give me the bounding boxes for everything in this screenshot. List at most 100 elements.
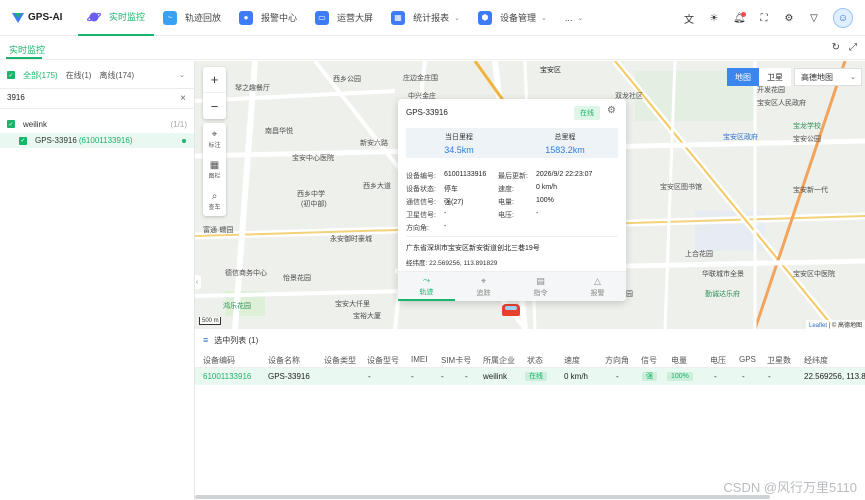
chevron-down-icon: ⌄	[577, 14, 584, 22]
vehicle-marker[interactable]	[502, 304, 520, 316]
filter-all[interactable]: 全部(175)	[23, 70, 58, 81]
column-header: 信号	[641, 356, 657, 365]
map-label: 宝安区中医院	[793, 271, 835, 278]
app-name: GPS-AI	[28, 12, 63, 23]
device-search: ×	[0, 88, 195, 109]
shirt-icon[interactable]: ▽	[808, 13, 820, 24]
nav-item-dashboard[interactable]: ▭ 运营大屏	[306, 0, 382, 36]
planet-icon	[87, 10, 101, 24]
table-cell: weilink	[483, 372, 508, 381]
table-cell: 61001133916	[203, 372, 252, 381]
nav-item-playback[interactable]: ~ 轨迹回放	[154, 0, 230, 36]
tab-realtime[interactable]: 实时监控	[9, 43, 45, 56]
filter-offline[interactable]: 离线(174)	[99, 70, 134, 81]
map-type-switch: 地图 卫星	[727, 68, 791, 86]
attribution-text: | © 高德地图	[828, 323, 862, 329]
logo-icon	[12, 12, 24, 23]
nav-item-devices[interactable]: ⬢ 设备管理 ⌄	[469, 0, 556, 36]
nav-item-realtime[interactable]: 实时监控	[78, 0, 155, 36]
map-type-satellite[interactable]: 卫星	[759, 68, 791, 86]
detail-label: 电量:	[498, 198, 514, 206]
nav-item-alarm[interactable]: ● 报警中心	[230, 0, 306, 36]
user-avatar[interactable]: ☺	[833, 8, 853, 28]
app-logo[interactable]: GPS-AI	[0, 12, 78, 23]
map-label: 宝安中心医院	[292, 155, 334, 162]
track-button[interactable]: ⤳ 轨迹	[398, 272, 455, 301]
map-label: 西乡公园	[333, 76, 361, 83]
search-input[interactable]	[7, 93, 167, 102]
divider	[406, 236, 618, 237]
tool-label: 标注	[208, 142, 221, 149]
device-address: 广东省深圳市宝安区新安街道创北三巷19号	[406, 245, 540, 252]
tool-label: 图栏	[208, 173, 221, 180]
leaflet-link[interactable]: Leaflet	[809, 323, 827, 329]
fullscreen-icon[interactable]: ⛶	[758, 13, 770, 24]
nav-item-reports[interactable]: ▦ 统计报表 ⌄	[382, 0, 469, 36]
map-label: 宝龙学校	[793, 123, 821, 130]
expand-icon[interactable]: ⤢	[849, 42, 857, 53]
chevron-down-icon[interactable]: ⌄	[179, 71, 185, 79]
zoom-out-button[interactable]: −	[203, 93, 226, 119]
find-car-button[interactable]: ⌕ 查车	[203, 185, 226, 216]
follow-button[interactable]: ⌖ 追踪	[455, 272, 512, 301]
action-label: 报警	[590, 289, 605, 297]
layer-tool-button[interactable]: ▦ 图栏	[203, 154, 226, 185]
collapse-panel-icon[interactable]: ‹	[195, 275, 201, 289]
table-cell: -	[465, 372, 468, 381]
map-label: 宝安大仟里	[335, 301, 370, 308]
device-info-popup: GPS-33916 在线 ⚙ 当日里程 34.5km 总里程 1583.2km …	[398, 99, 626, 301]
detail-label: 通信信号:	[406, 198, 436, 206]
table-cell: 强	[642, 371, 657, 381]
online-dot	[182, 139, 186, 143]
nav-item-more[interactable]: ... ⌄	[556, 0, 592, 36]
group-checkbox[interactable]: ✓	[7, 120, 15, 128]
group-node[interactable]: ✓ weilink (1/1)	[7, 118, 187, 130]
map-label: 宝安区政府	[723, 134, 758, 141]
device-checkbox[interactable]: ✓	[19, 136, 27, 145]
route-icon: ~	[163, 10, 178, 25]
map-provider-select[interactable]: 高德地图 ⌄	[794, 68, 862, 86]
table-cell: -	[616, 372, 619, 381]
translate-icon[interactable]: 文	[683, 11, 695, 26]
theme-sun-icon[interactable]: ☀	[708, 13, 720, 24]
table-cell: -	[768, 372, 771, 381]
bell-icon[interactable]: 🔔︎	[733, 11, 746, 24]
horizontal-scrollbar[interactable]	[195, 495, 770, 499]
detail-value: 停车	[444, 185, 458, 193]
device-detail-grid: 设备编号: 61001133916 最后更新: 2026/9/2 22:23:07 …	[406, 169, 618, 234]
today-mileage-label: 当日里程	[445, 134, 473, 141]
command-button[interactable]: ▤ 指令	[512, 272, 569, 301]
mark-tool-button[interactable]: ⌖ 标注	[203, 123, 226, 154]
detail-label: 设备编号:	[406, 172, 436, 180]
settings-gear-icon[interactable]: ⚙	[783, 13, 795, 24]
map-tools: ⌖ 标注 ▦ 图栏 ⌕ 查车	[203, 123, 226, 216]
filter-online[interactable]: 在线(1)	[66, 70, 92, 81]
group-name: weilink	[23, 119, 48, 129]
alarm-button[interactable]: △ 报警	[569, 272, 626, 301]
map-label: (初中部)	[301, 201, 327, 208]
map-label: 勤诚达乐府	[705, 291, 740, 298]
selected-device-table: 设备编码 设备名称 设备类型 设备型号 IMEI SIM卡号 所属企业 状态 速…	[195, 351, 865, 385]
map-view[interactable]: 琴之趣餐厅 西乡公园 庄边金庄围 中兴金庄 宝安区 新安六路 双龙社区 南昌华悦…	[195, 61, 865, 329]
table-cell: 22.569256, 113.8	[804, 372, 865, 381]
screen-icon: ▭	[315, 10, 330, 25]
settings-gear-icon[interactable]: ⚙	[607, 105, 616, 116]
map-type-map[interactable]: 地图	[727, 68, 759, 86]
map-label: 永安御时豪城	[330, 236, 372, 243]
document-icon: ▤	[536, 275, 545, 286]
map-label: 庄边金庄围	[403, 75, 438, 82]
table-row[interactable]: 61001133916 GPS-33916 - - - - weilink 在线…	[195, 368, 865, 385]
device-node[interactable]: ✓ GPS-33916 (61001133916)	[0, 133, 194, 148]
refresh-icon[interactable]: ↻	[832, 42, 840, 53]
detail-value: 强(27)	[444, 198, 464, 206]
column-header: 设备型号	[367, 356, 399, 365]
column-header: 状态	[527, 356, 543, 365]
zoom-in-button[interactable]: +	[203, 67, 226, 93]
top-nav: GPS-AI 实时监控 ~ 轨迹回放 ● 报警中心 ▭ 运营大屏 ▦ 统计报表 …	[0, 0, 865, 36]
clear-icon[interactable]: ×	[180, 93, 186, 104]
nav-label: ...	[564, 12, 573, 23]
table-cell: 在线	[525, 371, 547, 381]
scale-bar: 500 m	[199, 317, 221, 325]
select-all-checkbox[interactable]: ✓	[7, 71, 15, 79]
chevron-down-icon: ⌄	[540, 14, 547, 22]
